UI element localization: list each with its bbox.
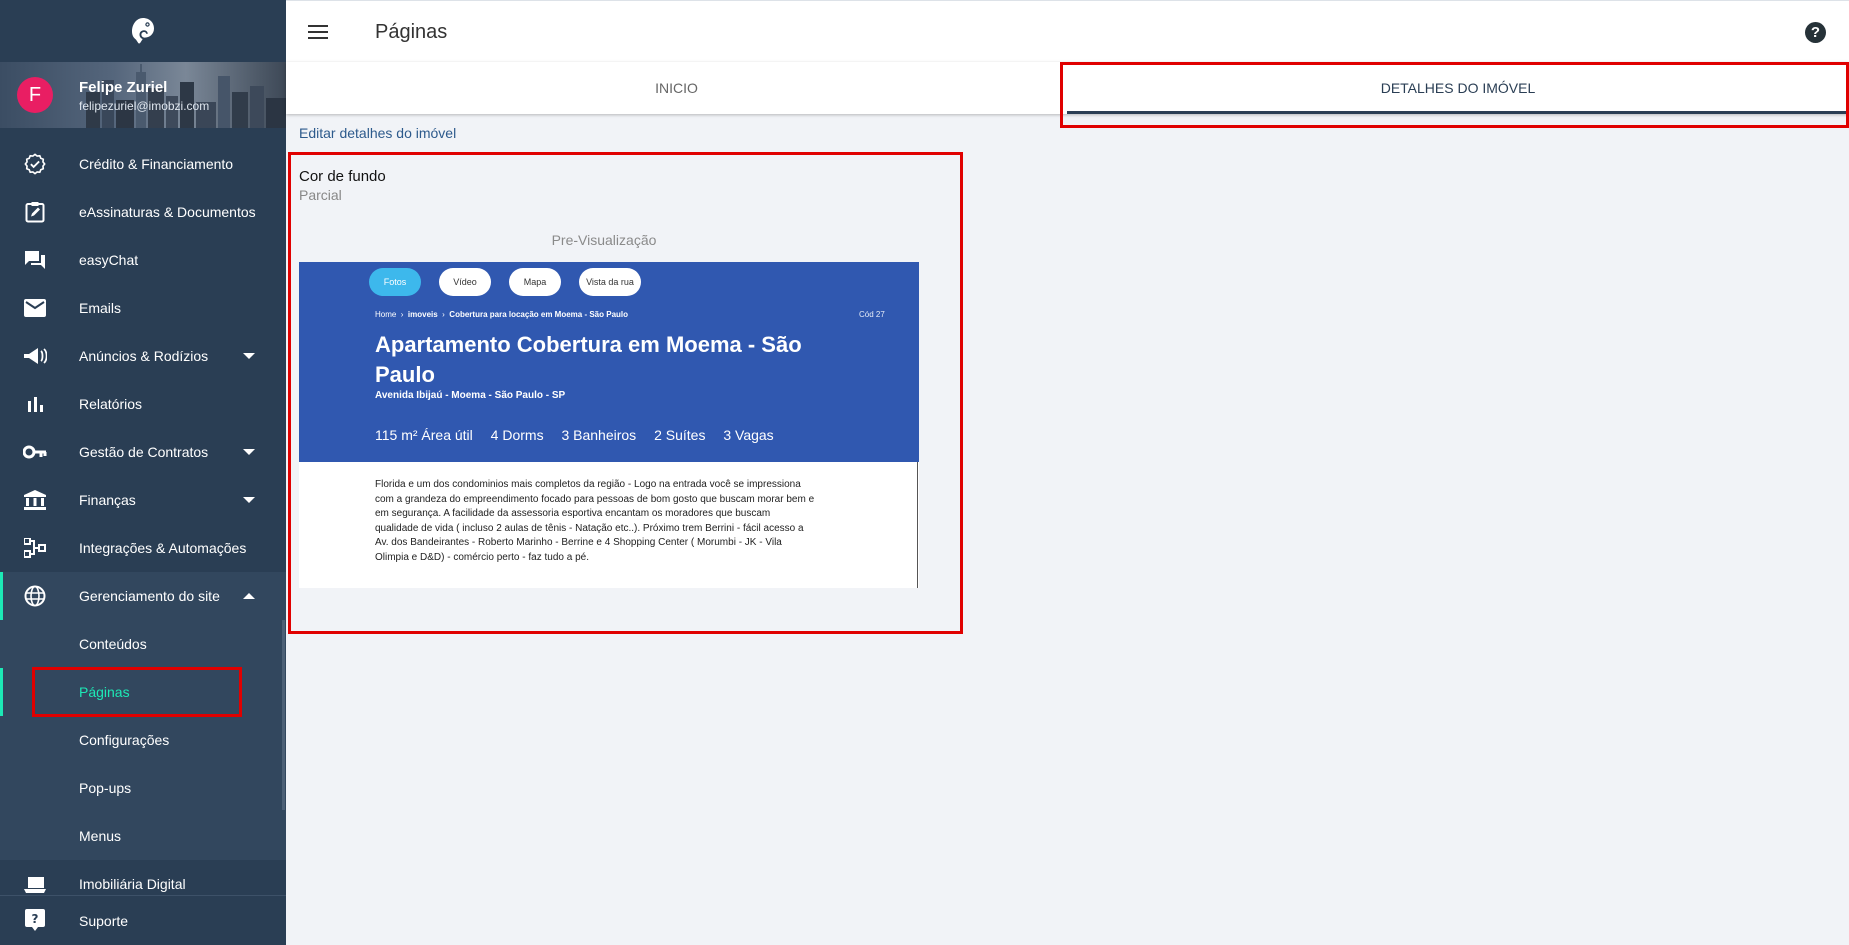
top-bar: Páginas ?	[286, 0, 1849, 62]
chevron-up-icon	[243, 593, 255, 599]
sidebar-subitem-popups[interactable]: Pop-ups	[0, 764, 286, 812]
chevron-down-icon	[243, 497, 255, 503]
chat-icon	[23, 249, 47, 271]
annotation-box-panel	[288, 152, 963, 634]
sidebar-item-emails[interactable]: Emails	[0, 284, 286, 332]
sidebar-item-integracoes[interactable]: Integrações & Automações	[0, 524, 286, 572]
sidebar-item-label: Emails	[79, 300, 122, 316]
sidebar-item-label: Relatórios	[79, 396, 143, 412]
page-title: Páginas	[375, 21, 448, 43]
sidebar-item-easychat[interactable]: easyChat	[0, 236, 286, 284]
sidebar-subitem-configuracoes[interactable]: Configurações	[0, 716, 286, 764]
tab-inicio[interactable]: INICIO	[286, 62, 1067, 114]
sidebar-item-label: Crédito & Financiamento	[79, 156, 234, 172]
sidebar-item-label: Finanças	[79, 492, 136, 508]
laptop-icon	[23, 873, 47, 895]
sidebar-item-contratos[interactable]: Gestão de Contratos	[0, 428, 286, 476]
annotation-box-paginas	[32, 667, 242, 717]
clipboard-edit-icon	[23, 201, 47, 223]
sidebar-scrollbar[interactable]	[282, 620, 285, 810]
sidebar-item-label: Gestão de Contratos	[79, 444, 209, 460]
sidebar-item-credito[interactable]: Crédito & Financiamento	[0, 140, 286, 188]
sidebar-item-label: Conteúdos	[79, 636, 147, 652]
sidebar-item-suporte[interactable]: ? Suporte	[0, 895, 286, 945]
sidebar-item-label: Menus	[79, 828, 122, 844]
sidebar-item-label: Integrações & Automações	[79, 540, 247, 556]
sidebar-submenu: Conteúdos Páginas Configurações Pop-ups …	[0, 620, 286, 860]
sidebar: F Felipe Zuriel felipezuriel@imobzi.com …	[0, 0, 286, 945]
bar-chart-icon	[23, 393, 47, 415]
globe-icon	[23, 585, 47, 607]
sidebar-subitem-menus[interactable]: Menus	[0, 812, 286, 860]
chameleon-logo-icon	[132, 18, 154, 44]
sidebar-item-label: Configurações	[79, 732, 170, 748]
sidebar-nav: Crédito & Financiamento eAssinaturas & D…	[0, 140, 286, 908]
avatar: F	[17, 77, 53, 113]
sidebar-item-label: Imobiliária Digital	[79, 876, 186, 892]
sidebar-item-relatorios[interactable]: Relatórios	[0, 380, 286, 428]
menu-icon[interactable]	[308, 25, 328, 39]
megaphone-icon	[23, 345, 47, 367]
chevron-down-icon	[243, 449, 255, 455]
sidebar-item-label: Suporte	[79, 912, 129, 929]
sidebar-item-label: Anúncios & Rodízios	[79, 348, 209, 364]
key-icon	[23, 441, 47, 463]
chevron-down-icon	[243, 353, 255, 359]
sidebar-item-label: eAssinaturas & Documentos	[79, 204, 256, 220]
section-title: Editar detalhes do imóvel	[299, 125, 457, 141]
sidebar-subitem-conteudos[interactable]: Conteúdos	[0, 620, 286, 668]
sidebar-item-financas[interactable]: Finanças	[0, 476, 286, 524]
help-box-icon: ?	[23, 909, 47, 931]
integration-icon	[23, 537, 47, 559]
user-name: Felipe Zuriel	[79, 79, 168, 96]
app-logo[interactable]	[0, 0, 286, 62]
sidebar-item-label: easyChat	[79, 252, 139, 268]
bank-icon	[23, 489, 47, 511]
sidebar-item-label: Pop-ups	[79, 780, 132, 796]
user-email: felipezuriel@imobzi.com	[79, 99, 210, 113]
sidebar-item-anuncios[interactable]: Anúncios & Rodízios	[0, 332, 286, 380]
mail-icon	[23, 297, 47, 319]
sidebar-item-label: Gerenciamento do site	[79, 588, 220, 604]
sidebar-item-eassinaturas[interactable]: eAssinaturas & Documentos	[0, 188, 286, 236]
annotation-box-tab	[1060, 62, 1849, 128]
user-profile[interactable]: F Felipe Zuriel felipezuriel@imobzi.com	[0, 62, 286, 128]
badge-check-icon	[23, 153, 47, 175]
svg-text:?: ?	[32, 912, 39, 926]
sidebar-item-gerenciamento-site[interactable]: Gerenciamento do site	[0, 572, 286, 620]
help-icon[interactable]: ?	[1805, 22, 1826, 43]
